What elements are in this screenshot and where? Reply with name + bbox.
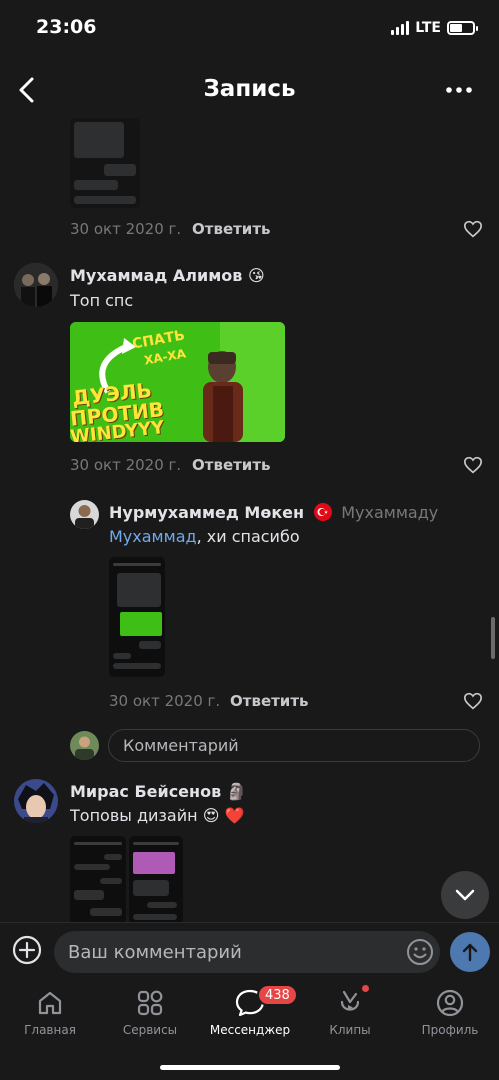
author-name[interactable]: Мухаммад Алимов bbox=[70, 266, 242, 285]
author-name[interactable]: Нурмухаммед Мөкен bbox=[109, 503, 304, 522]
tab-label: Профиль bbox=[421, 1023, 479, 1037]
comment-input[interactable]: Ваш комментарий bbox=[54, 931, 440, 973]
tab-label: Сервисы bbox=[122, 1023, 178, 1037]
unread-badge: 438 bbox=[257, 984, 298, 1006]
tab-label: Главная bbox=[24, 1023, 76, 1037]
more-button[interactable] bbox=[441, 80, 477, 100]
mention-link[interactable]: Мухаммад bbox=[109, 527, 197, 546]
scroll-down-button[interactable] bbox=[441, 871, 489, 919]
reply-button[interactable]: Ответить bbox=[192, 456, 271, 474]
author-emoji: 🗿 bbox=[226, 782, 247, 801]
status-indicators: LTE bbox=[391, 20, 478, 36]
like-icon[interactable] bbox=[463, 456, 483, 474]
attachment-screenshot[interactable] bbox=[109, 557, 165, 677]
tab-home[interactable]: Главная bbox=[2, 988, 98, 1037]
reply-to-name[interactable]: Мухаммаду bbox=[341, 503, 438, 522]
reply-button[interactable]: Ответить bbox=[192, 220, 271, 238]
author-emoji: 😘 bbox=[248, 266, 265, 285]
attachment-image[interactable]: СПАТЬ ХА-ХА ДУЭЛЬ ПРОТИВ WINDYYY bbox=[70, 322, 285, 442]
tab-label: Мессенджер bbox=[209, 1023, 291, 1037]
tab-clips[interactable]: Клипы bbox=[302, 985, 398, 1037]
comment-text: Топовы дизайн bbox=[70, 806, 198, 825]
clips-icon bbox=[340, 990, 360, 1011]
battery-icon bbox=[447, 21, 478, 35]
home-icon bbox=[38, 991, 62, 1015]
arrow-up-icon bbox=[462, 943, 478, 962]
scrollbar[interactable] bbox=[491, 617, 495, 659]
more-dots-icon bbox=[446, 87, 472, 93]
avatar[interactable] bbox=[14, 779, 58, 823]
reply-input[interactable]: Комментарий bbox=[108, 729, 480, 762]
comment-date: 30 окт 2020 г. bbox=[70, 456, 182, 474]
comment-date: 30 окт 2020 г. bbox=[70, 220, 182, 238]
comment-date: 30 окт 2020 г. bbox=[109, 692, 221, 710]
my-avatar bbox=[70, 731, 99, 760]
add-attachment-icon[interactable] bbox=[12, 935, 42, 965]
profile-icon bbox=[436, 989, 464, 1017]
new-dot bbox=[362, 985, 369, 992]
comment-text: Топ спс bbox=[70, 291, 134, 310]
avatar-image bbox=[14, 779, 58, 823]
home-indicator bbox=[160, 1065, 340, 1070]
chevron-down-icon bbox=[455, 889, 475, 901]
tab-services[interactable]: Сервисы bbox=[102, 988, 198, 1037]
services-icon bbox=[137, 990, 163, 1016]
tab-profile[interactable]: Профиль bbox=[402, 988, 498, 1037]
tab-label: Клипы bbox=[329, 1023, 371, 1037]
signal-icon bbox=[391, 21, 410, 35]
comment-emoji: 😍 ❤️ bbox=[202, 806, 245, 825]
author-name[interactable]: Мирас Бейсенов bbox=[70, 782, 221, 801]
avatar-image bbox=[70, 731, 99, 760]
status-time: 23:06 bbox=[36, 16, 97, 38]
send-button[interactable] bbox=[450, 932, 490, 972]
like-icon[interactable] bbox=[463, 220, 483, 238]
emoji-icon[interactable] bbox=[406, 938, 434, 966]
reply-button[interactable]: Ответить bbox=[230, 692, 309, 710]
avatar[interactable] bbox=[14, 263, 58, 307]
like-icon[interactable] bbox=[463, 692, 483, 710]
turkey-flag-icon bbox=[313, 503, 332, 521]
avatar[interactable] bbox=[70, 500, 99, 529]
page-title: Запись bbox=[203, 76, 296, 102]
avatar-image bbox=[70, 500, 99, 529]
network-label: LTE bbox=[415, 20, 441, 36]
attachment-screenshot[interactable] bbox=[70, 836, 126, 924]
comment-text: , хи спасибо bbox=[196, 527, 300, 546]
avatar-image bbox=[14, 263, 58, 307]
attachment-screenshot[interactable] bbox=[70, 118, 140, 208]
attachment-screenshot[interactable] bbox=[129, 836, 183, 924]
